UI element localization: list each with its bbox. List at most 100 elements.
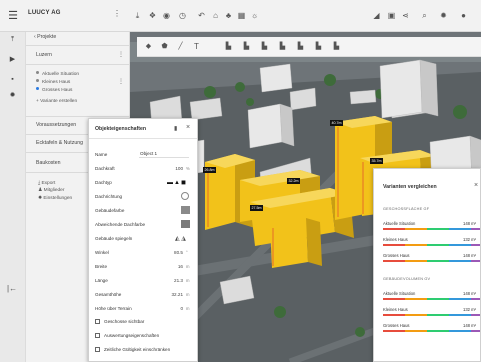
upload-icon[interactable]: ⤒ xyxy=(5,32,20,47)
undo-icon[interactable]: ↶ xyxy=(195,9,208,22)
height-label: 26.8m xyxy=(203,167,216,173)
more-vertical-icon[interactable]: ⋮ xyxy=(113,9,121,18)
checkbox-icon xyxy=(95,347,100,352)
dachkraft-input[interactable]: 100 xyxy=(163,166,183,171)
building-tool-icon[interactable]: ▙ xyxy=(277,41,288,52)
close-icon[interactable]: × xyxy=(474,182,478,189)
color-bar xyxy=(383,228,480,230)
color-bar-segment xyxy=(449,244,471,246)
home-icon[interactable]: ⌂ xyxy=(209,9,222,22)
section-voraussetzungen[interactable]: Voraussetzungen xyxy=(36,122,76,128)
image-icon[interactable]: ▪ xyxy=(5,72,20,87)
checkbox-auswertung[interactable]: Auswertungseigenschaften xyxy=(95,333,159,343)
color-bar-segment xyxy=(449,330,471,332)
building-tool-icon[interactable]: ▙ xyxy=(241,41,252,52)
collapse-sidebar-icon[interactable]: |← xyxy=(7,284,17,293)
gear-icon[interactable]: ✹ xyxy=(5,88,20,103)
sun-icon[interactable]: ☼ xyxy=(248,9,261,22)
line-icon[interactable]: ╱ xyxy=(175,41,186,52)
color-bar-segment xyxy=(427,330,449,332)
name-input[interactable]: Object 1 xyxy=(139,150,189,158)
variant-dot-icon xyxy=(36,79,39,82)
property-row-name: Name Object 1 xyxy=(95,149,195,160)
property-row-dachtyp: Dachtyp ▬▲◼ xyxy=(95,179,187,186)
roof-color-swatch[interactable] xyxy=(181,220,190,228)
compare-row: Kleines Haus 132 m² xyxy=(383,307,480,319)
object-properties-panel: Objekteigenschaften ▮ × Name Object 1 Da… xyxy=(88,118,198,362)
color-bar-segment xyxy=(449,228,471,230)
color-bar-segment xyxy=(405,330,427,332)
building-tool-icon[interactable]: ▙ xyxy=(331,41,342,52)
panel-header: Objekteigenschaften ▮ × xyxy=(89,119,197,139)
share-icon[interactable]: ⋖ xyxy=(399,9,412,22)
building-tool-icon[interactable]: ▙ xyxy=(295,41,306,52)
section-baukosten[interactable]: Baukosten xyxy=(36,160,61,166)
width-input[interactable]: 16 xyxy=(163,264,183,269)
color-bar-segment xyxy=(427,298,449,300)
top-app-bar: ☰ LUUCY AG ⋮ ⤓ ❖ ◉ ◷ ↶ ⌂ ♣ ▦ ☼ ◢ ▣ ⋖ ⌕ ✹… xyxy=(0,0,481,32)
color-bar-segment xyxy=(383,228,405,230)
cube-icon[interactable]: ◆ xyxy=(143,41,154,52)
variant-item[interactable]: Kleines Haus xyxy=(36,79,70,85)
polygon-icon[interactable]: ⬟ xyxy=(159,41,170,52)
sidebar-rail: ⤒ ▶ ▪ ✹ |← xyxy=(0,32,26,362)
export-button[interactable]: ⤓ Export xyxy=(38,180,55,186)
length-input[interactable]: 21.3 xyxy=(163,278,183,283)
compare-row: Kleines Haus 132 m² xyxy=(383,237,480,249)
color-bar-segment xyxy=(471,298,480,300)
sidebar-item-projects[interactable]: ‹ Projekte xyxy=(34,34,56,40)
hamburger-menu-icon[interactable]: ☰ xyxy=(6,9,20,23)
roof-type-options-icon[interactable]: ▬▲◼ xyxy=(167,179,187,186)
section-ecktafeln[interactable]: Ecktafeln & Nutzung xyxy=(36,140,83,146)
visibility-icon[interactable]: ◉ xyxy=(160,9,173,22)
height-label: 27.5m xyxy=(250,205,263,211)
map-icon[interactable]: ▦ xyxy=(235,9,248,22)
sidebar-project-luzern[interactable]: Luzern xyxy=(36,52,52,58)
more-vertical-icon[interactable]: ⋮ xyxy=(118,51,124,58)
variant-dot-icon xyxy=(36,71,39,74)
building-color-swatch[interactable] xyxy=(181,206,190,214)
tree-icon[interactable]: ♣ xyxy=(222,9,235,22)
color-bar-segment xyxy=(449,314,471,316)
measure-icon[interactable]: ◢ xyxy=(370,9,383,22)
color-bar-segment xyxy=(405,298,427,300)
mirror-icon[interactable]: ◭ ◮ xyxy=(175,235,186,242)
building-tool-icon[interactable]: ▙ xyxy=(259,41,270,52)
video-icon[interactable]: ▶ xyxy=(5,52,20,67)
terrain-height-input[interactable]: 0 xyxy=(163,306,183,311)
property-row-breite: Breite 16 m xyxy=(95,264,190,269)
property-row-spiegeln: Gebäude spiegeln ◭ ◮ xyxy=(95,235,186,242)
more-vertical-icon[interactable]: ⋮ xyxy=(118,78,124,85)
settings-icon[interactable]: ✹ xyxy=(437,9,450,22)
building-tool-icon[interactable]: ▙ xyxy=(313,41,324,52)
drawing-toolbar: ◆ ⬟ ╱ T ▙ ▙ ▙ ▙ ▙ ▙ ▙ xyxy=(137,37,481,57)
checkbox-gueltigkeit[interactable]: Zeitliche Gültigkeit einschränken xyxy=(95,347,170,357)
create-variant-button[interactable]: + Variante erstellen xyxy=(36,99,77,104)
screenshot-icon[interactable]: ▣ xyxy=(385,9,398,22)
time-icon[interactable]: ◷ xyxy=(176,9,189,22)
variant-item[interactable]: Aktuelle Situation xyxy=(36,71,79,77)
search-icon[interactable]: ⌕ xyxy=(418,9,431,22)
text-icon[interactable]: T xyxy=(191,41,202,52)
download-icon[interactable]: ⤓ xyxy=(131,9,144,22)
total-height-input[interactable]: 32.21 xyxy=(163,292,184,297)
checkbox-icon xyxy=(95,319,100,324)
color-bar xyxy=(383,314,480,316)
color-bar-segment xyxy=(383,314,405,316)
layers-icon[interactable]: ❖ xyxy=(146,9,159,22)
close-icon[interactable]: × xyxy=(186,124,190,131)
divider xyxy=(26,64,130,65)
user-icon[interactable]: ● xyxy=(457,9,470,22)
property-row-winkel: Winkel 80.5 ° xyxy=(95,250,188,255)
trash-icon[interactable]: ▮ xyxy=(174,125,177,132)
color-bar xyxy=(383,260,480,262)
variant-item[interactable]: Grosses Haus xyxy=(36,87,72,93)
color-bar-segment xyxy=(427,260,449,262)
settings-button[interactable]: ✹ Einstellungen xyxy=(38,196,72,201)
building-tool-icon[interactable]: ▙ xyxy=(223,41,234,52)
checkbox-geschosse[interactable]: Geschosse sichtbar xyxy=(95,319,144,329)
roof-direction-dial-icon[interactable] xyxy=(181,192,189,200)
angle-input[interactable]: 80.5 xyxy=(163,250,183,255)
checkbox-icon xyxy=(95,333,100,338)
members-button[interactable]: ♟ Mitglieder xyxy=(38,188,64,193)
